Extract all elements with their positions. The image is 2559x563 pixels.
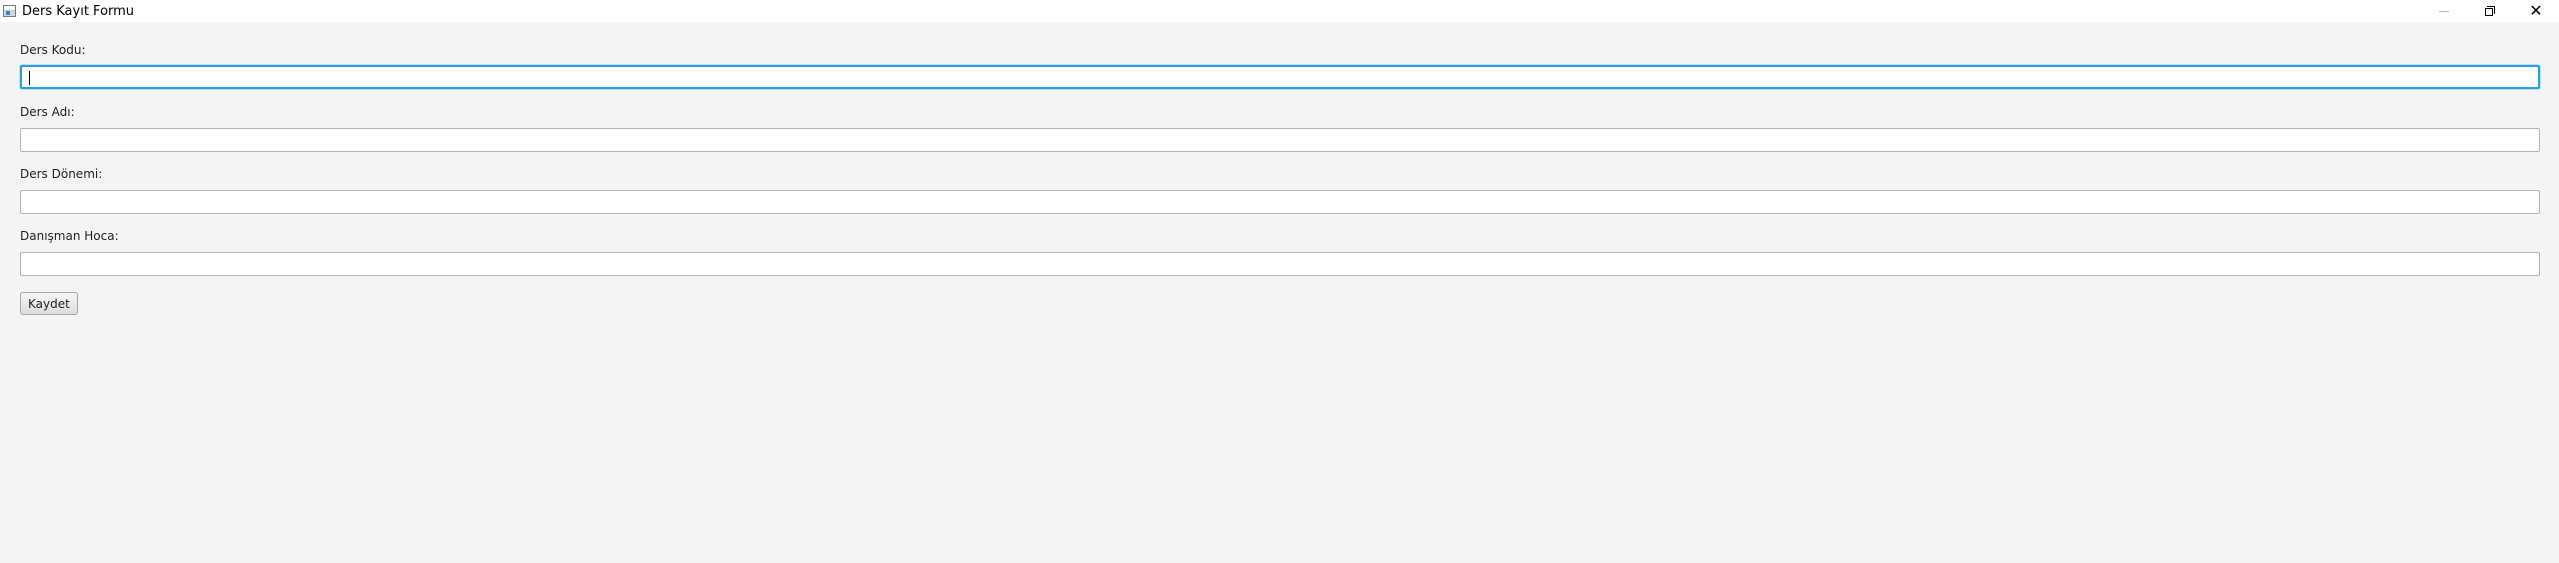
app-window-icon: [3, 5, 16, 17]
title-bar[interactable]: Ders Kayıt Formu ✕: [0, 0, 2559, 22]
window-title: Ders Kayıt Formu: [22, 4, 135, 19]
course-term-label: Ders Dönemi:: [20, 167, 103, 181]
advisor-input[interactable]: [20, 252, 2540, 276]
minimize-icon: [2439, 10, 2449, 12]
course-code-input[interactable]: [20, 65, 2540, 89]
minimize-button[interactable]: [2421, 0, 2467, 22]
close-icon: ✕: [2529, 1, 2543, 20]
course-name-input[interactable]: [20, 128, 2540, 152]
course-name-label: Ders Adı:: [20, 105, 75, 119]
course-term-input[interactable]: [20, 190, 2540, 214]
advisor-label: Danışman Hoca:: [20, 229, 119, 243]
course-code-label: Ders Kodu:: [20, 43, 86, 57]
close-button[interactable]: ✕: [2513, 0, 2559, 22]
app-window: Ders Kayıt Formu ✕ Ders Kodu: Ders Adı: …: [0, 0, 2559, 563]
restore-button[interactable]: [2467, 0, 2513, 22]
save-button[interactable]: Kaydet: [20, 292, 78, 315]
text-caret: [29, 71, 30, 85]
restore-icon: [2485, 6, 2495, 16]
